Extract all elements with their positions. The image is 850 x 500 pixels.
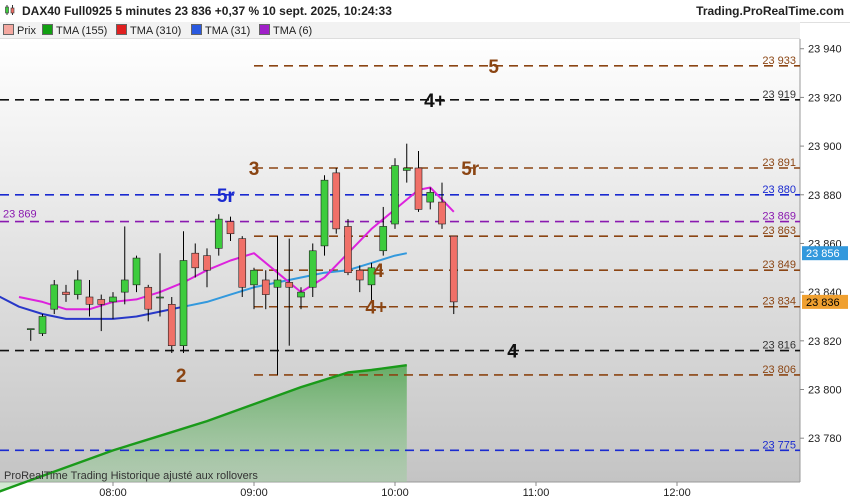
footnote: ProRealTime Trading Historique ajusté au…: [4, 470, 258, 482]
square-icon: [116, 24, 127, 35]
level-marker: 5: [488, 57, 499, 78]
candle-body: [449, 235, 458, 303]
level-marker: 5r: [461, 159, 480, 180]
level-marker: 4: [373, 261, 384, 282]
candle-body: [320, 179, 329, 247]
candle-body: [50, 284, 59, 310]
level-marker: 5r: [217, 186, 236, 207]
square-icon: [42, 24, 53, 35]
candle-body: [261, 279, 270, 295]
candle-body: [156, 296, 164, 299]
candle-body: [332, 172, 341, 230]
candles-icon: [3, 24, 14, 35]
y-tick-label: 23 900: [808, 141, 842, 153]
price-chart[interactable]: 23 933 23 919 23 891 23 880 23 869 23 863 23 8…: [0, 0, 850, 500]
indicator-legend: Prix TMA (155) TMA (310) TMA (31) TMA (6…: [0, 22, 800, 39]
candle-body: [109, 296, 117, 303]
level-marker: 4+: [365, 298, 387, 319]
square-icon: [259, 24, 270, 35]
candle-body: [273, 279, 282, 288]
square-icon: [191, 24, 202, 35]
legend-label: TMA (155): [56, 25, 108, 37]
candle-body: [426, 192, 435, 203]
candle-body: [73, 279, 82, 295]
legend-item-tma31[interactable]: TMA (31): [191, 24, 250, 37]
candle-body: [297, 291, 305, 298]
x-axis-background: [0, 482, 850, 500]
level-label: 23 869: [762, 211, 796, 223]
candle-body: [26, 328, 35, 330]
level-marker: 3: [249, 159, 260, 180]
level-marker: 4+: [424, 91, 446, 112]
legend-label: TMA (31): [205, 25, 251, 37]
candle-body: [414, 167, 423, 210]
level-label: 23 863: [762, 225, 796, 237]
candles-logo-icon: [5, 5, 15, 15]
level-label: 23 816: [762, 340, 796, 352]
level-label: 23 775: [762, 439, 796, 451]
legend-item-tma310[interactable]: TMA (310): [116, 24, 181, 37]
candle-body: [38, 316, 47, 334]
legend-label: TMA (310): [130, 25, 182, 37]
y-tick-label: 23 820: [808, 336, 842, 348]
level-marker: 4: [507, 342, 518, 363]
left-level-label: 23 869: [3, 209, 37, 221]
candle-body: [214, 218, 223, 249]
x-tick-label: 11:00: [523, 487, 550, 499]
x-tick-label: 10:00: [381, 487, 409, 499]
y-tick-label: 23 920: [808, 92, 842, 104]
level-label: 23 891: [762, 157, 796, 169]
candle-body: [379, 226, 388, 252]
level-marker: 2: [176, 366, 187, 387]
candle-body: [191, 252, 200, 269]
candle-body: [250, 269, 258, 286]
level-label: 23 919: [762, 89, 796, 101]
legend-label: Prix: [17, 25, 36, 37]
chart-title: DAX40 Full0925 5 minutes 23 836 +0,37 % …: [22, 4, 392, 18]
y-tick-label: 23 940: [808, 44, 842, 56]
candle-body: [132, 257, 141, 286]
legend-label: TMA (6): [273, 25, 313, 37]
candle-body: [391, 165, 399, 225]
candle-body: [179, 260, 188, 346]
candle-body: [97, 299, 106, 305]
candle-body: [85, 296, 94, 305]
level-label: 23 849: [762, 259, 796, 271]
candle-body: [120, 279, 129, 293]
chart-header: DAX40 Full0925 5 minutes 23 836 +0,37 % …: [0, 0, 850, 23]
legend-item-tma6[interactable]: TMA (6): [259, 24, 312, 37]
candle-body: [238, 238, 247, 288]
x-tick-label: 08:00: [99, 487, 127, 499]
candle-body: [344, 226, 352, 273]
candle-body: [167, 304, 176, 346]
level-label: 23 933: [762, 55, 796, 67]
y-axis-background: [800, 39, 850, 482]
legend-item-price[interactable]: Prix: [3, 24, 36, 37]
level-label: 23 880: [762, 184, 796, 196]
candle-body: [226, 221, 235, 235]
price-badge-label: 23 856: [806, 248, 840, 260]
candle-body: [62, 291, 70, 295]
candle-body: [355, 269, 364, 281]
level-label: 23 806: [762, 364, 796, 376]
y-tick-label: 23 780: [808, 433, 842, 445]
y-tick-label: 23 800: [808, 385, 842, 397]
candle-body: [203, 255, 211, 271]
legend-item-tma155[interactable]: TMA (155): [42, 24, 107, 37]
candle-body: [438, 201, 446, 225]
y-tick-label: 23 880: [808, 190, 842, 202]
price-badge-label: 23 836: [806, 297, 840, 309]
level-label: 23 834: [762, 296, 796, 308]
x-tick-label: 12:00: [663, 487, 691, 499]
candle-body: [144, 286, 153, 310]
candle-body: [402, 167, 411, 171]
brand-label: Trading.ProRealTime.com: [696, 4, 844, 18]
x-tick-label: 09:00: [240, 487, 268, 499]
candle-body: [285, 282, 294, 288]
candle-body: [308, 250, 317, 288]
